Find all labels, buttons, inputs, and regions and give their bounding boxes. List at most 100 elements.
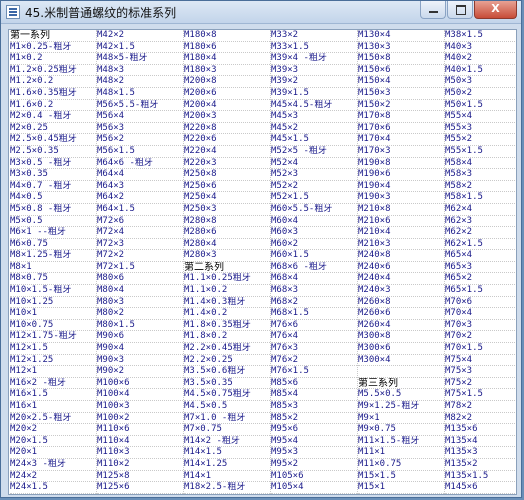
thread-spec-cell[interactable]: M180×3	[184, 65, 270, 77]
thread-spec-cell[interactable]: M190×4	[358, 181, 444, 193]
thread-spec-cell[interactable]: M150×2	[358, 100, 444, 112]
thread-spec-cell[interactable]: M65×1.5	[445, 285, 516, 297]
thread-spec-cell[interactable]: M56×2	[97, 134, 183, 146]
thread-spec-cell[interactable]: M70×1.5	[445, 343, 516, 355]
thread-spec-cell[interactable]: M170×8	[358, 111, 444, 123]
thread-spec-cell[interactable]: M150×3	[358, 88, 444, 100]
thread-spec-cell[interactable]: M7×1.0 -粗牙	[184, 413, 270, 425]
thread-spec-cell[interactable]: M135×3	[445, 447, 516, 459]
thread-spec-cell[interactable]: M50×1.5	[445, 100, 516, 112]
thread-spec-cell[interactable]: M39×1.5	[271, 88, 357, 100]
thread-spec-cell[interactable]: M82×2	[445, 413, 516, 425]
thread-spec-cell[interactable]: M280×6	[184, 227, 270, 239]
thread-spec-cell[interactable]: M1.1×0.25粗牙	[184, 273, 270, 286]
thread-spec-cell[interactable]: M24×1	[10, 494, 96, 495]
thread-spec-cell[interactable]: M8×0.75	[10, 273, 96, 286]
thread-spec-cell[interactable]: M250×6	[184, 181, 270, 193]
thread-spec-cell[interactable]: M105×3	[271, 494, 357, 495]
thread-spec-cell[interactable]: M135×1.5	[445, 471, 516, 483]
thread-spec-cell[interactable]: M260×4	[358, 320, 444, 332]
thread-spec-cell[interactable]: M45×3	[271, 111, 357, 123]
thread-spec-cell[interactable]: M1.6×0.2	[10, 100, 96, 112]
thread-spec-cell[interactable]: M58×4	[445, 158, 516, 170]
thread-spec-cell[interactable]: M20×1.5	[10, 436, 96, 448]
thread-spec-cell[interactable]: M33×2	[271, 30, 357, 42]
thread-spec-cell[interactable]: M180×4	[184, 53, 270, 65]
thread-spec-cell[interactable]: M250×4	[184, 192, 270, 204]
thread-spec-cell[interactable]: M85×4	[271, 389, 357, 401]
thread-spec-cell[interactable]: M68×3	[271, 285, 357, 297]
thread-spec-cell[interactable]: M1×0.2	[10, 53, 96, 65]
thread-spec-cell[interactable]: M2.2×0.25	[184, 355, 270, 367]
thread-spec-cell[interactable]: M62×1.5	[445, 239, 516, 251]
thread-spec-cell[interactable]: M55×2	[445, 134, 516, 146]
thread-spec-cell[interactable]: M170×4	[358, 134, 444, 146]
thread-spec-cell[interactable]: M15×1.5	[358, 471, 444, 483]
thread-spec-cell[interactable]: M50×2	[445, 88, 516, 100]
thread-spec-cell[interactable]: M8×1	[10, 262, 96, 274]
thread-spec-cell[interactable]: M78×2	[445, 401, 516, 413]
thread-spec-cell[interactable]: M70×4	[445, 308, 516, 320]
thread-spec-cell[interactable]: M85×2	[271, 413, 357, 425]
thread-spec-cell[interactable]: M125×6	[97, 482, 183, 494]
thread-spec-cell[interactable]: M55×3	[445, 123, 516, 135]
thread-spec-cell[interactable]: M135×6	[445, 424, 516, 436]
thread-spec-cell[interactable]: M11×1	[358, 447, 444, 459]
thread-spec-cell[interactable]: M62×2	[445, 227, 516, 239]
thread-spec-cell[interactable]: M6×1 --粗牙	[10, 227, 96, 239]
thread-spec-cell[interactable]: M39×4 -粗牙	[271, 53, 357, 65]
thread-spec-cell[interactable]: M3×0.5 -粗牙	[10, 158, 96, 170]
thread-spec-cell[interactable]: M1.2×0.2	[10, 76, 96, 88]
thread-spec-cell[interactable]: M145×4	[445, 494, 516, 495]
thread-spec-cell[interactable]: M70×3	[445, 320, 516, 332]
thread-spec-cell[interactable]: M14×1	[184, 471, 270, 483]
thread-spec-cell[interactable]: M76×4	[271, 331, 357, 344]
thread-spec-cell[interactable]: M75×2	[445, 378, 516, 390]
thread-spec-cell[interactable]: M5×0.5	[10, 216, 96, 228]
thread-spec-cell[interactable]: M55×4	[445, 111, 516, 123]
thread-spec-cell[interactable]: M58×2	[445, 181, 516, 193]
thread-spec-cell[interactable]: M80×2	[97, 308, 183, 320]
thread-spec-cell[interactable]: M56×1.5	[97, 146, 183, 158]
thread-spec-cell[interactable]: M10×0.75	[10, 320, 96, 332]
thread-spec-cell[interactable]: M90×2	[97, 366, 183, 378]
thread-spec-cell[interactable]: M210×3	[358, 239, 444, 251]
thread-spec-cell[interactable]: M65×4	[445, 250, 516, 262]
thread-spec-cell[interactable]: M200×6	[184, 88, 270, 100]
thread-spec-cell[interactable]: M105×4	[271, 482, 357, 494]
thread-spec-cell[interactable]: M18×2	[184, 494, 270, 495]
thread-spec-cell[interactable]: M240×6	[358, 262, 444, 274]
thread-spec-cell[interactable]: M260×8	[358, 297, 444, 309]
thread-spec-cell[interactable]: M64×3	[97, 181, 183, 193]
thread-spec-cell[interactable]: M64×2	[97, 192, 183, 204]
thread-spec-cell[interactable]: M12×1.5	[10, 343, 96, 355]
thread-spec-cell[interactable]: M280×8	[184, 216, 270, 228]
thread-spec-cell[interactable]: M180×8	[184, 30, 270, 42]
thread-spec-cell[interactable]: M70×2	[445, 331, 516, 344]
thread-spec-cell[interactable]: M8×1.25-粗牙	[10, 250, 96, 262]
thread-spec-cell[interactable]: M48×5-粗牙	[97, 53, 183, 65]
thread-spec-cell[interactable]: M60×1.5	[271, 250, 357, 262]
thread-spec-cell[interactable]: M280×3	[184, 250, 270, 262]
thread-spec-cell[interactable]: M210×4	[358, 227, 444, 239]
thread-spec-cell[interactable]: M250×8	[184, 169, 270, 181]
thread-spec-cell[interactable]: M1.4×0.3粗牙	[184, 297, 270, 309]
thread-spec-cell[interactable]: M300×4	[358, 355, 444, 367]
thread-spec-cell[interactable]: M39×3	[271, 65, 357, 77]
thread-spec-cell[interactable]: M15×1	[358, 482, 444, 494]
thread-spec-cell[interactable]: M150×4	[358, 76, 444, 88]
thread-spec-cell[interactable]: M20×1	[10, 447, 96, 459]
thread-spec-cell[interactable]: M38×1.5	[445, 30, 516, 42]
thread-spec-cell[interactable]: M56×5.5-粗牙	[97, 100, 183, 112]
thread-spec-cell[interactable]: M3.5×0.6粗牙	[184, 366, 270, 378]
thread-spec-cell[interactable]: M240×8	[358, 250, 444, 262]
thread-spec-cell[interactable]: M80×6	[97, 273, 183, 286]
thread-spec-cell[interactable]: M110×4	[97, 436, 183, 448]
thread-spec-cell[interactable]: M62×3	[445, 216, 516, 228]
thread-spec-cell[interactable]: M135×4	[445, 436, 516, 448]
thread-spec-cell[interactable]: M190×3	[358, 192, 444, 204]
thread-spec-cell[interactable]: M280×4	[184, 239, 270, 251]
thread-spec-cell[interactable]: M95×2	[271, 459, 357, 471]
thread-spec-cell[interactable]: M70×6	[445, 297, 516, 309]
thread-spec-cell[interactable]: M80×1.5	[97, 320, 183, 332]
